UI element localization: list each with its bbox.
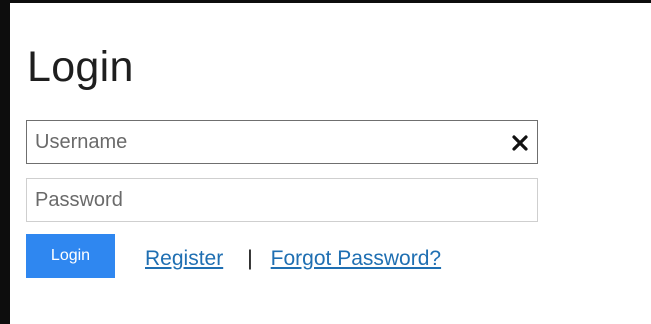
password-field[interactable]: [26, 178, 538, 222]
username-input[interactable]: [27, 121, 537, 163]
auth-links: Register | Forgot Password?: [145, 246, 441, 272]
register-link[interactable]: Register: [145, 247, 223, 270]
password-input[interactable]: [27, 179, 537, 221]
page-title: Login: [27, 43, 134, 91]
link-separator: |: [247, 247, 253, 270]
forgot-password-link[interactable]: Forgot Password?: [271, 247, 441, 270]
login-button[interactable]: Login: [26, 234, 115, 278]
login-page: Login Login Register | Forgot Password?: [0, 0, 651, 324]
username-field[interactable]: [26, 120, 538, 164]
close-icon[interactable]: [509, 132, 531, 154]
